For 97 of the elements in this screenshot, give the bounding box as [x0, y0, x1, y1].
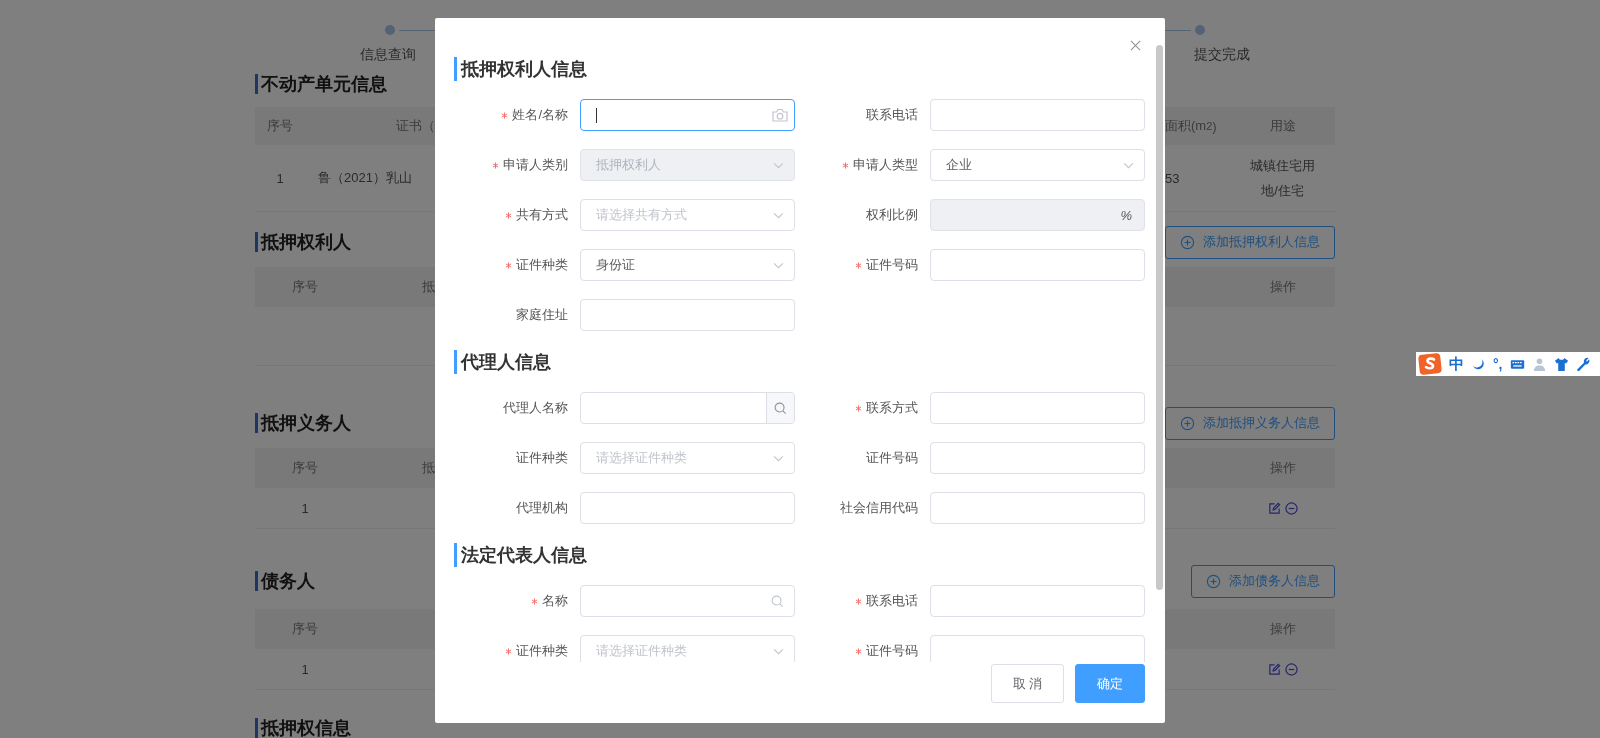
wrench-icon[interactable] — [1575, 356, 1591, 372]
field-label: 家庭住址 — [516, 306, 568, 324]
table-cell-text: 1 — [275, 169, 285, 188]
chevron-down-icon — [773, 647, 784, 655]
column-header: 序号 — [291, 620, 319, 638]
field-value: 企业 — [945, 156, 973, 174]
search-icon[interactable] — [771, 594, 784, 608]
select-field[interactable]: 身份证 — [580, 249, 795, 281]
placeholder-text: 请选择证件种类 — [595, 449, 688, 467]
add-button[interactable]: 添加债务人信息 — [1191, 564, 1335, 598]
select-field[interactable]: 企业 — [930, 149, 1145, 181]
column-header: 抵 — [421, 278, 435, 296]
shirt-icon[interactable] — [1553, 356, 1569, 372]
field-label: 证件种类 — [516, 256, 568, 274]
add-button[interactable]: 添加抵押义务人信息 — [1165, 406, 1335, 440]
step-dot — [385, 25, 395, 35]
edit-icon[interactable] — [1267, 501, 1281, 515]
field-label: 证件种类 — [516, 642, 568, 660]
scrollbar[interactable] — [1156, 45, 1163, 590]
field-label: 社会信用代码 — [840, 499, 918, 517]
required-mark-icon — [505, 211, 512, 219]
user-icon[interactable] — [1531, 356, 1547, 372]
step-label: 信息查询 — [360, 46, 416, 64]
field-label: 联系电话 — [866, 592, 918, 610]
required-mark-icon — [505, 261, 512, 269]
field-value: 抵押权利人 — [595, 156, 662, 174]
step-label: 提交完成 — [1194, 46, 1250, 64]
field-label: 证件号码 — [866, 256, 918, 274]
field-label: 代理机构 — [516, 499, 568, 517]
add-button[interactable]: 添加抵押权利人信息 — [1165, 225, 1335, 259]
remove-icon[interactable] — [1284, 501, 1298, 515]
column-header: 抵 — [421, 459, 435, 477]
required-mark-icon — [492, 161, 499, 169]
select-field[interactable]: 请选择共有方式 — [580, 199, 795, 231]
step-dot — [1195, 25, 1205, 35]
remove-icon[interactable] — [1284, 662, 1298, 676]
chevron-down-icon — [773, 261, 784, 269]
table-cell-text: 53 — [1165, 169, 1181, 188]
column-header: 序号 — [291, 459, 319, 477]
cancel-button[interactable]: 取 消 — [991, 664, 1064, 703]
logo-icon[interactable] — [1418, 353, 1442, 375]
required-mark-icon — [505, 647, 512, 655]
table-cell-text: 鲁（2021）乳山 — [317, 169, 413, 187]
plus-circle-icon — [1206, 573, 1221, 589]
section-title: 债务人 — [255, 571, 315, 591]
placeholder-text: 请选择证件种类 — [595, 642, 688, 660]
field-label: 代理人名称 — [503, 399, 568, 417]
column-header: 用途 — [1268, 117, 1297, 135]
select-field[interactable]: 请选择证件种类 — [580, 635, 795, 662]
required-mark-icon — [842, 161, 849, 169]
input-mode[interactable]: 中 — [1449, 354, 1464, 374]
required-mark-icon — [855, 597, 862, 605]
section-title: 抵押权信息 — [255, 718, 351, 738]
chevron-down-icon — [1123, 161, 1134, 169]
chevron-down-icon — [773, 454, 784, 462]
select-field[interactable]: 请选择证件种类 — [580, 442, 795, 474]
required-mark-icon — [855, 404, 862, 412]
field-label: 证件号码 — [866, 449, 918, 467]
required-mark-icon — [531, 597, 538, 605]
column-header: 证书（ — [395, 117, 435, 135]
field-label: 权利比例 — [866, 206, 918, 224]
field-label: 联系方式 — [866, 399, 918, 417]
required-mark-icon — [501, 111, 509, 119]
required-mark-icon — [855, 261, 862, 269]
confirm-button[interactable]: 确定 — [1075, 664, 1145, 703]
punctuation-toggle[interactable]: °, — [1493, 356, 1503, 372]
table-cell-text: 城镇住宅用地/住宅 — [1249, 157, 1316, 200]
field-label: 联系电话 — [866, 106, 918, 124]
field-label: 证件种类 — [516, 449, 568, 467]
column-header: 序号 — [266, 117, 294, 135]
input-field[interactable] — [580, 99, 795, 131]
section-title: 抵押义务人 — [255, 413, 351, 433]
plus-circle-icon — [1180, 415, 1195, 431]
field-value: 身份证 — [595, 256, 636, 274]
field-label: 共有方式 — [516, 206, 568, 224]
search-button[interactable] — [766, 393, 794, 423]
table-cell-text: 1 — [300, 660, 310, 679]
chevron-down-icon — [773, 211, 784, 219]
camera-icon[interactable] — [772, 108, 788, 122]
field-label: 申请人类别 — [503, 156, 568, 174]
field-label: 姓名/名称 — [512, 106, 568, 124]
chevron-down-icon — [773, 161, 784, 169]
field-label: 申请人类型 — [853, 156, 918, 174]
required-mark-icon — [855, 647, 862, 655]
edit-icon[interactable] — [1267, 662, 1281, 676]
search-icon — [774, 401, 787, 415]
table-cell-text: 1 — [300, 499, 310, 518]
field-label: 证件号码 — [866, 642, 918, 660]
column-header: 序号 — [291, 278, 319, 296]
section-title: 抵押权利人 — [255, 232, 351, 252]
field-label: 名称 — [542, 592, 568, 610]
plus-circle-icon — [1180, 234, 1195, 250]
percent-suffix: % — [1120, 207, 1132, 223]
placeholder-text: 请选择共有方式 — [595, 206, 688, 224]
section-title: 不动产单元信息 — [255, 74, 387, 94]
text-cursor — [596, 108, 597, 123]
close-icon[interactable] — [1130, 40, 1141, 51]
